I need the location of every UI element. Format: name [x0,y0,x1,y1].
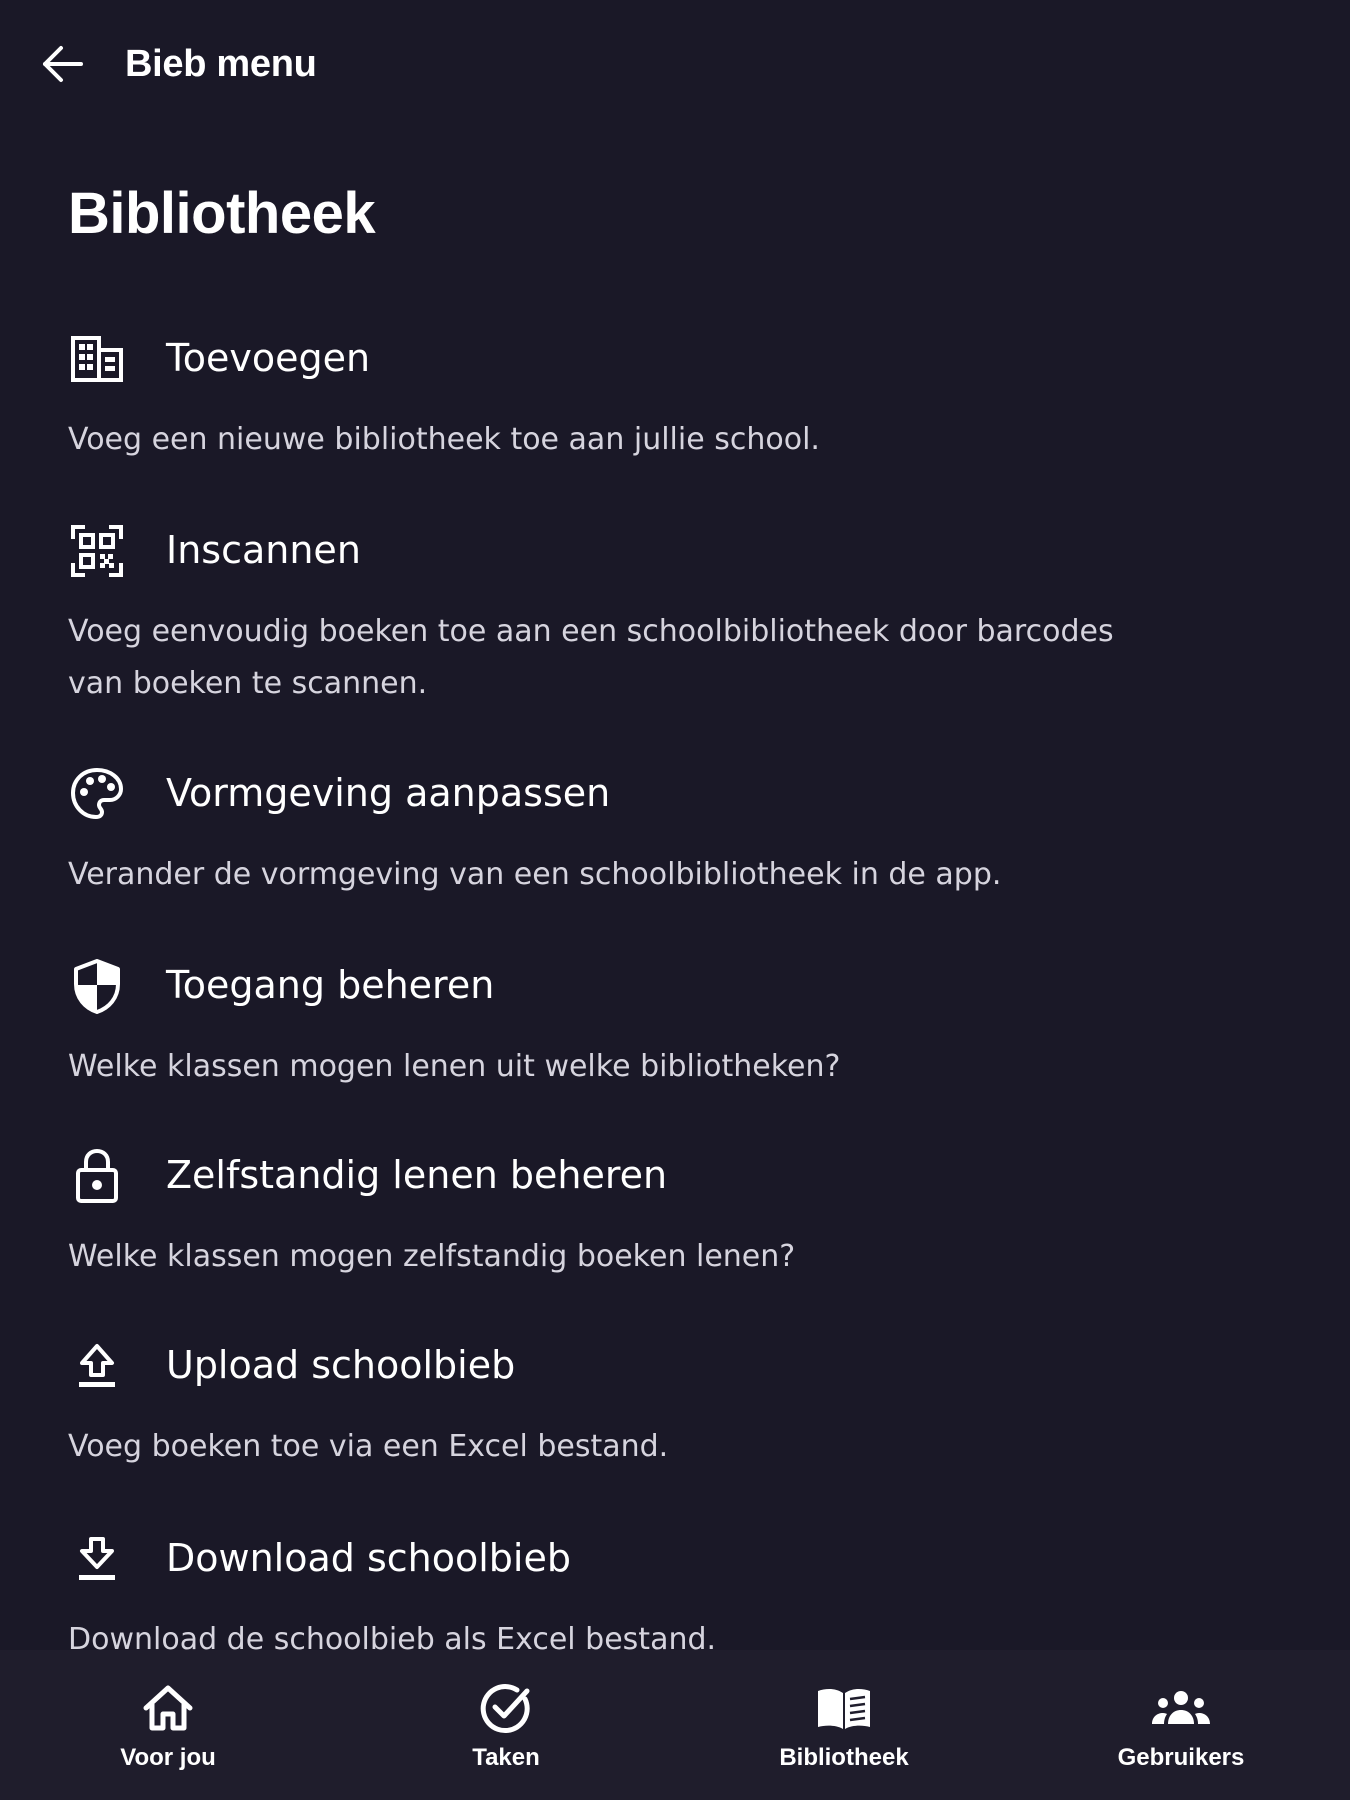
palette-icon [64,761,130,827]
menu-item-description: Welke klassen mogen lenen uit welke bibl… [68,1049,841,1084]
menu-item-title: Toevoegen [166,336,371,380]
menu-item-description: Voeg een nieuwe bibliotheek toe aan jull… [68,422,820,457]
check-circle-icon [386,1680,626,1736]
back-button[interactable] [32,34,92,94]
arrow-left-icon [43,46,83,82]
menu-item-description: Verander de vormgeving van een schoolbib… [68,857,1002,892]
nav-label: Voor jou [120,1744,216,1771]
upload-icon [64,1333,130,1399]
menu-item-title: Zelfstandig lenen beheren [166,1153,668,1197]
menu-item-title: Toegang beheren [166,963,495,1007]
users-icon [1061,1680,1301,1736]
nav-item-voor-jou[interactable]: Voor jou [48,1650,288,1800]
shield-icon [64,953,130,1019]
page-title: Bibliotheek [68,181,376,246]
home-icon [48,1680,288,1736]
nav-item-taken[interactable]: Taken [386,1650,626,1800]
nav-label: Bibliotheek [779,1744,909,1771]
top-app-bar: Bieb menu [0,0,1350,130]
menu-item-title: Vormgeving aanpassen [166,771,611,815]
qr-scan-icon [64,518,130,584]
nav-item-gebruikers[interactable]: Gebruikers [1061,1650,1301,1800]
menu-item-title: Upload schoolbieb [166,1343,516,1387]
topbar-title: Bieb menu [125,43,317,85]
menu-item-title: Download schoolbieb [166,1536,571,1580]
nav-label: Gebruikers [1117,1744,1245,1771]
bottom-navigation: Voor jou Taken Bibliotheek Gebruikers [0,1650,1350,1800]
menu-item-description: Welke klassen mogen zelfstandig boeken l… [68,1239,796,1274]
menu-item-title: Inscannen [166,528,361,572]
lock-icon [64,1143,130,1209]
menu-item-description: Voeg eenvoudig boeken toe aan een school… [68,614,1114,701]
nav-label: Taken [472,1744,540,1771]
nav-item-bibliotheek[interactable]: Bibliotheek [724,1650,964,1800]
menu-item-description: Voeg boeken toe via een Excel bestand. [68,1429,669,1464]
book-open-icon [724,1680,964,1736]
library-add-icon [64,326,130,392]
download-icon [64,1526,130,1592]
